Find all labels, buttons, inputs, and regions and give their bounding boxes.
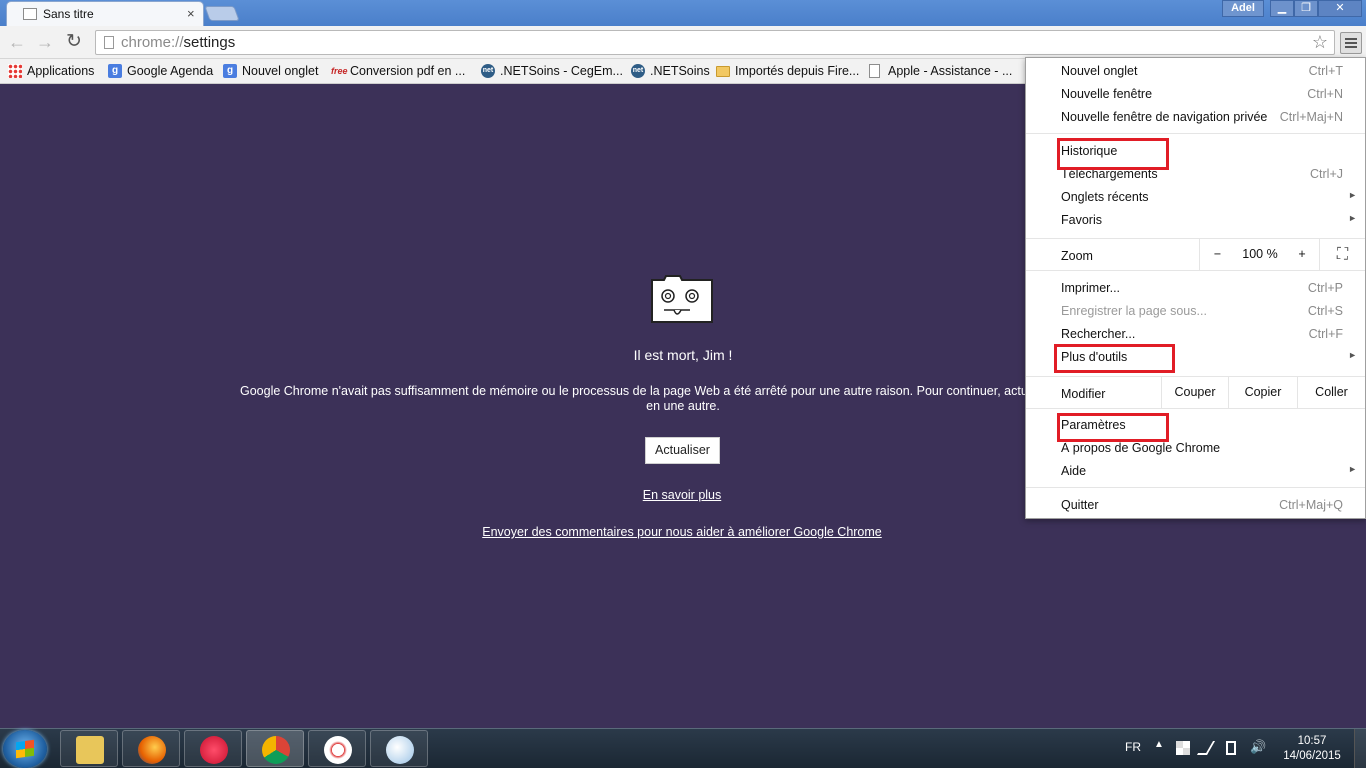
submenu-arrow-icon: ►: [1348, 350, 1357, 360]
submenu-arrow-icon: ►: [1348, 213, 1357, 223]
edit-label: Modifier: [1061, 387, 1106, 401]
menu-separator: [1026, 133, 1365, 134]
windows-taskbar: FR ▲ 🔊 10:57 14/06/2015: [0, 728, 1366, 768]
hamburger-icon: [1345, 38, 1357, 40]
highlight-box-settings: [1057, 413, 1169, 442]
restore-button[interactable]: ❐: [1294, 0, 1318, 17]
feedback-link-text[interactable]: Envoyer des commentaires pour nous aider…: [482, 525, 882, 539]
zoom-label: Zoom: [1061, 249, 1093, 263]
start-button[interactable]: [3, 730, 47, 768]
sad-tab-message: Google Chrome n'avait pas suffisamment d…: [240, 384, 1126, 414]
menu-quit[interactable]: Quitter Ctrl+Maj+Q: [1026, 494, 1365, 516]
close-window-button[interactable]: ✕: [1318, 0, 1362, 17]
google-icon: g: [108, 64, 122, 78]
net-icon: net: [481, 64, 495, 78]
cut-button[interactable]: Couper: [1161, 377, 1228, 408]
menu-zoom-row: Zoom − 100 % + ⛶: [1026, 238, 1365, 271]
zoom-in-button[interactable]: +: [1285, 239, 1319, 270]
clock-date: 14/06/2015: [1283, 750, 1341, 762]
title-bar: Sans titre × Adel ▁ ❐ ✕: [0, 0, 1366, 26]
taskbar-itunes[interactable]: [184, 730, 242, 767]
sad-page-icon: [23, 8, 37, 20]
url-host: settings: [183, 34, 236, 51]
bookmark-star-icon[interactable]: ☆: [1312, 32, 1328, 53]
copy-button[interactable]: Copier: [1228, 377, 1297, 408]
forward-button[interactable]: →: [34, 31, 56, 53]
sad-tab-face-icon: [651, 275, 713, 323]
folder-explorer-icon: [76, 736, 104, 764]
reload-button[interactable]: ↻: [63, 31, 85, 53]
feedback-link: Envoyer des commentaires pour nous aider…: [0, 525, 1364, 539]
menu-recent-tabs[interactable]: Onglets récents ►: [1026, 186, 1365, 208]
taskbar-paint[interactable]: [370, 730, 428, 767]
paste-button[interactable]: Coller: [1297, 377, 1365, 408]
sad-tab-message-line2: en une autre.: [646, 399, 720, 413]
profile-button[interactable]: Adel: [1222, 0, 1264, 17]
menu-new-window[interactable]: Nouvelle fenêtre Ctrl+N: [1026, 83, 1365, 105]
submenu-arrow-icon: ►: [1348, 190, 1357, 200]
taskbar-firefox[interactable]: [122, 730, 180, 767]
minimize-button[interactable]: ▁: [1270, 0, 1294, 17]
chrome-menu: Nouvel onglet Ctrl+T Nouvelle fenêtre Ct…: [1025, 57, 1366, 519]
menu-edit-row: Modifier Couper Copier Coller: [1026, 376, 1365, 409]
tab-close-icon[interactable]: ×: [187, 6, 195, 21]
windows-logo-icon: [16, 739, 34, 759]
learn-more-link-text[interactable]: En savoir plus: [643, 488, 722, 502]
url-scheme: chrome://: [121, 34, 184, 51]
power-icon[interactable]: [1226, 741, 1236, 755]
firefox-icon: [138, 736, 166, 764]
tab-sans-titre[interactable]: Sans titre ×: [6, 1, 204, 26]
taskbar-explorer[interactable]: [60, 730, 118, 767]
new-tab-button[interactable]: [204, 6, 240, 21]
page-icon: [104, 36, 114, 49]
chrome-icon: [262, 736, 290, 764]
menu-separator: [1026, 487, 1365, 488]
back-button[interactable]: ←: [6, 31, 28, 53]
actualiser-button[interactable]: Actualiser: [645, 437, 720, 464]
menu-incognito-window[interactable]: Nouvelle fenêtre de navigation privée Ct…: [1026, 106, 1365, 128]
show-desktop-button[interactable]: [1354, 729, 1366, 768]
snipping-tool-icon: [324, 736, 352, 764]
language-indicator[interactable]: FR: [1125, 740, 1141, 754]
highlight-box-more-tools: [1054, 344, 1175, 373]
fullscreen-icon[interactable]: ⛶: [1319, 239, 1365, 270]
itunes-icon: [200, 736, 228, 764]
url-text[interactable]: chrome://settings: [121, 34, 235, 51]
google-icon: g: [223, 64, 237, 78]
zoom-out-button[interactable]: −: [1199, 239, 1235, 270]
show-hidden-icons-icon[interactable]: ▲: [1154, 739, 1164, 750]
menu-print[interactable]: Imprimer... Ctrl+P: [1026, 277, 1365, 299]
page-icon: [869, 64, 880, 78]
folder-icon: [716, 66, 730, 77]
chrome-menu-button[interactable]: [1340, 32, 1362, 54]
apps-grid-icon: [8, 64, 22, 78]
paint-icon: [386, 736, 414, 764]
volume-icon[interactable]: 🔊: [1250, 739, 1266, 754]
menu-save-page: Enregistrer la page sous... Ctrl+S: [1061, 304, 1343, 318]
menu-find[interactable]: Rechercher... Ctrl+F: [1026, 323, 1365, 345]
free-icon: free: [331, 66, 348, 76]
action-center-icon[interactable]: [1176, 741, 1190, 755]
network-icon[interactable]: [1196, 741, 1216, 755]
net-icon: net: [631, 64, 645, 78]
taskbar-chrome[interactable]: [246, 730, 304, 767]
highlight-box-history: [1057, 138, 1169, 170]
tab-title: Sans titre: [43, 7, 94, 21]
sad-tab-message-line1: Google Chrome n'avait pas suffisamment d…: [240, 384, 1126, 398]
menu-new-tab[interactable]: Nouvel onglet Ctrl+T: [1026, 60, 1365, 82]
clock-time: 10:57: [1297, 735, 1327, 747]
menu-help[interactable]: Aide ►: [1026, 460, 1365, 482]
taskbar-snipping-tool[interactable]: [308, 730, 366, 767]
submenu-arrow-icon: ►: [1348, 464, 1357, 474]
address-bar[interactable]: chrome://settings ☆: [95, 30, 1335, 55]
clock[interactable]: 10:57 14/06/2015: [1278, 734, 1346, 764]
browser-toolbar: ← → ↻ chrome://settings ☆: [0, 26, 1366, 59]
menu-bookmarks[interactable]: Favoris ►: [1026, 209, 1365, 231]
zoom-level: 100 %: [1242, 247, 1278, 261]
